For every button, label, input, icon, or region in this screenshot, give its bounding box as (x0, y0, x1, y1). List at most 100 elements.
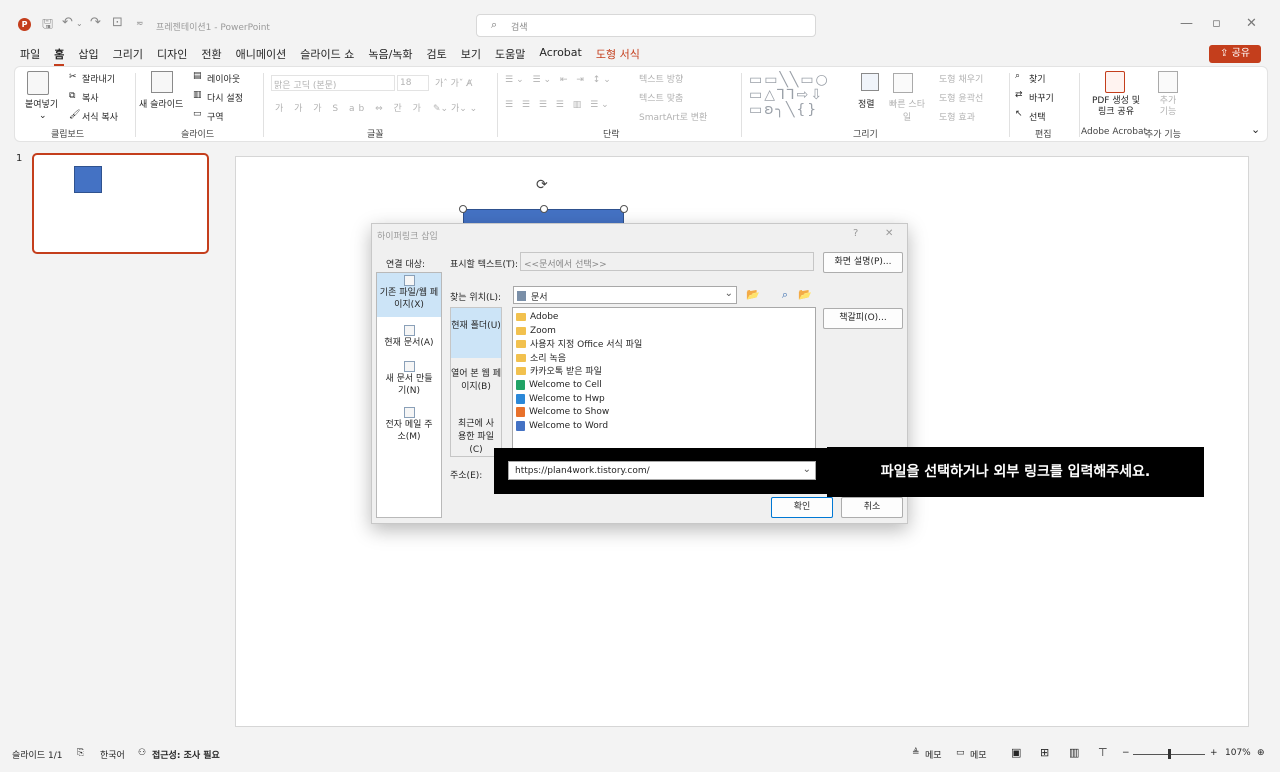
tab-slideshow[interactable]: 슬라이드 쇼 (300, 46, 354, 66)
zoom-slider-thumb[interactable] (1168, 749, 1171, 759)
reset-button[interactable]: 다시 설정 (207, 91, 243, 104)
zoom-in-button[interactable]: + (1210, 748, 1218, 758)
list-item[interactable]: Welcome to Show (516, 405, 609, 418)
resize-handle[interactable] (540, 205, 548, 213)
tab-draw[interactable]: 그리기 (113, 46, 143, 66)
find-button[interactable]: 찾기 (1029, 72, 1046, 85)
cancel-button[interactable]: 취소 (841, 497, 903, 518)
tab-transitions[interactable]: 전환 (201, 46, 221, 66)
shape-fill-button[interactable]: 도형 채우기 (939, 72, 983, 85)
paste-icon[interactable] (27, 71, 49, 95)
slide-thumbnail[interactable] (32, 153, 209, 254)
address-input[interactable]: https://plan4work.tistory.com/ ⌄ (508, 461, 816, 480)
font-name-box[interactable]: 맑은 고딕 (본문) (271, 75, 395, 91)
screentip-button[interactable]: 화면 설명(P)... (823, 252, 903, 273)
link-to-new-document[interactable]: 새 문서 만들기(N) (377, 361, 441, 401)
minimize-button[interactable]: — (1180, 16, 1193, 31)
undo-dropdown-icon[interactable]: ⌄ (76, 19, 83, 28)
fit-slide-icon[interactable]: ⊕ (1257, 748, 1265, 758)
display-text-field[interactable]: <<문서에서 선택>> (520, 252, 814, 271)
cut-button[interactable]: 잘라내기 (82, 72, 115, 85)
list-item[interactable]: Welcome to Hwp (516, 392, 605, 405)
text-direction-button[interactable]: 텍스트 방향 (639, 72, 683, 85)
slide-sorter-icon[interactable]: ⊞ (1040, 746, 1049, 759)
slideshow-icon[interactable]: ⊤ (1098, 746, 1108, 759)
current-folder-tab[interactable]: 현재 폴더(U) (451, 308, 501, 358)
copy-button[interactable]: 복사 (82, 91, 99, 104)
list-item[interactable]: Adobe (516, 310, 558, 323)
shape-outline-button[interactable]: 도형 윤곽선 (939, 91, 983, 104)
list-icons[interactable]: ☰⌄ ☰⌄ ⇤ ⇥ ↕⌄ (505, 75, 614, 85)
comments-button[interactable]: 메모 (970, 748, 987, 761)
up-folder-icon[interactable]: 📂 (744, 286, 762, 303)
browsed-pages-tab[interactable]: 열어 본 웹 페이지(B) (451, 368, 501, 398)
select-button[interactable]: 선택 (1029, 110, 1046, 123)
align-text-button[interactable]: 텍스트 맞춤 (639, 91, 683, 104)
paste-dropdown-icon[interactable]: ⌄ (39, 111, 47, 121)
resize-handle[interactable] (459, 205, 467, 213)
recent-files-tab[interactable]: 최근에 사용한 파일(C) (451, 418, 501, 455)
replace-button[interactable]: 바꾸기 (1029, 91, 1054, 104)
section-button[interactable]: 구역 (207, 110, 224, 123)
list-item[interactable]: 소리 녹음 (516, 351, 566, 364)
notes-button[interactable]: 메모 (925, 748, 942, 761)
new-slide-button[interactable]: 새 슬라이드 (139, 97, 183, 110)
accessibility-status[interactable]: 접근성: 조사 필요 (152, 748, 220, 761)
list-item[interactable]: 사용자 지정 Office 서식 파일 (516, 337, 642, 350)
zoom-out-button[interactable]: − (1122, 748, 1130, 758)
quick-styles-icon[interactable] (893, 73, 913, 93)
layout-button[interactable]: 레이아웃 (207, 72, 240, 85)
new-slide-icon[interactable] (151, 71, 173, 93)
tab-animations[interactable]: 애니메이션 (236, 46, 287, 66)
addins-icon[interactable] (1158, 71, 1178, 93)
close-dialog-button[interactable]: ✕ (885, 228, 893, 239)
customize-toolbar-icon[interactable]: ≂ (136, 19, 144, 29)
tab-shape-format[interactable]: 도형 서식 (596, 46, 640, 66)
help-button[interactable]: ? (853, 228, 858, 239)
tab-review[interactable]: 검토 (427, 46, 447, 66)
redo-icon[interactable]: ↷ (90, 15, 101, 30)
arrange-button[interactable]: 정렬 (858, 97, 875, 110)
tab-home[interactable]: 홈 (54, 46, 65, 66)
undo-icon[interactable]: ↶ (62, 15, 73, 30)
tab-design[interactable]: 디자인 (157, 46, 187, 66)
list-item[interactable]: Zoom (516, 324, 556, 337)
browse-web-icon[interactable]: ⌕ (776, 286, 794, 303)
tab-insert[interactable]: 삽입 (78, 46, 98, 66)
tab-help[interactable]: 도움말 (495, 46, 525, 66)
pdf-icon[interactable] (1105, 71, 1125, 93)
list-item[interactable]: Welcome to Word (516, 419, 608, 432)
bookmark-button[interactable]: 책갈피(O)... (823, 308, 903, 329)
link-to-existing-file[interactable]: 기존 파일/웹 페이지(X) (377, 273, 441, 317)
ok-button[interactable]: 확인 (771, 497, 833, 518)
addins-button[interactable]: 추가 기능 (1155, 96, 1181, 118)
spellcheck-icon[interactable]: ⎘ (77, 748, 84, 758)
tab-view[interactable]: 보기 (461, 46, 481, 66)
alignment-icons[interactable]: ☰ ☰ ☰ ☰ ▥ ☰⌄ (505, 100, 612, 110)
close-window-button[interactable]: ✕ (1246, 16, 1257, 31)
reading-view-icon[interactable]: ▥ (1069, 746, 1079, 759)
zoom-percent[interactable]: 107% (1225, 748, 1251, 758)
search-box[interactable]: ⌕ 검색 (476, 14, 816, 37)
tab-acrobat[interactable]: Acrobat (539, 46, 581, 66)
font-size-box[interactable]: 18 (397, 75, 429, 91)
save-icon[interactable]: 🖫 (42, 15, 53, 37)
format-painter-button[interactable]: 서식 복사 (82, 110, 118, 123)
paste-button[interactable]: 붙여넣기 (25, 97, 58, 110)
quick-styles-button[interactable]: 빠른 스타일 (885, 97, 929, 123)
shapes-gallery-icon[interactable]: ▭▭╲╲▭○ ▭△⅂⅂⇨⇩ ▭ʚ╮╲{} (749, 73, 859, 119)
look-in-select[interactable]: 문서 ⌄ (513, 286, 737, 304)
shape-effects-button[interactable]: 도형 효과 (939, 110, 975, 123)
tab-file[interactable]: 파일 (20, 46, 40, 66)
arrange-icon[interactable] (861, 73, 879, 91)
link-to-current-document[interactable]: 현재 문서(A) (377, 325, 441, 353)
tab-record[interactable]: 녹음/녹화 (368, 46, 412, 66)
font-style-icons[interactable]: 가 가 가 S ab ⇔ 간 가 (275, 101, 425, 114)
link-to-email[interactable]: 전자 메일 주소(M) (377, 407, 441, 447)
share-button[interactable]: ⇪ 공유 (1209, 45, 1261, 63)
normal-view-icon[interactable]: ▣ (1011, 746, 1021, 759)
browse-file-icon[interactable]: 📂 (796, 286, 814, 303)
presentation-icon[interactable]: ⊡ (112, 15, 123, 30)
collapse-ribbon-icon[interactable]: ⌄ (1251, 123, 1260, 136)
rotate-handle-icon[interactable]: ⟳ (536, 177, 548, 193)
